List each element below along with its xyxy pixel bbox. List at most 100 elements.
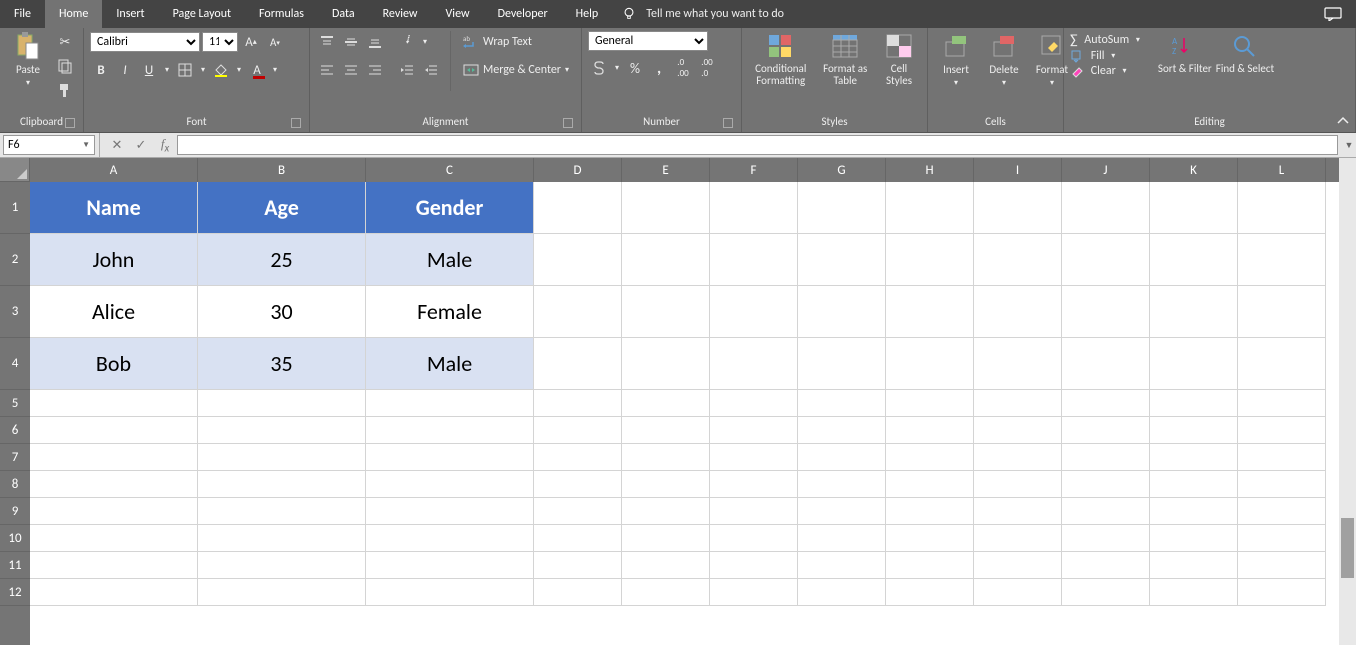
font-color-drop[interactable]: ▾ [270,59,280,81]
cell-B12[interactable] [198,579,366,606]
cell-L4[interactable] [1238,338,1326,390]
cell-I10[interactable] [974,525,1062,552]
cell-H1[interactable] [886,182,974,234]
cell-H11[interactable] [886,552,974,579]
tab-home[interactable]: Home [45,0,102,28]
cell-L3[interactable] [1238,286,1326,338]
border-button[interactable] [174,59,196,81]
cell-A9[interactable] [30,498,198,525]
clipboard-dialog-launcher[interactable] [65,118,75,128]
col-header-C[interactable]: C [366,158,534,182]
cell-B9[interactable] [198,498,366,525]
cell-A1[interactable]: Name [30,182,198,234]
cell-A7[interactable] [30,444,198,471]
cell-L7[interactable] [1238,444,1326,471]
cell-L10[interactable] [1238,525,1326,552]
cell-C8[interactable] [366,471,534,498]
row-header-9[interactable]: 9 [0,498,30,525]
cell-D10[interactable] [534,525,622,552]
row-header-12[interactable]: 12 [0,579,30,606]
cell-K6[interactable] [1150,417,1238,444]
cell-I8[interactable] [974,471,1062,498]
tab-review[interactable]: Review [369,0,432,28]
col-header-E[interactable]: E [622,158,710,182]
name-box[interactable]: F6▼ [3,135,95,155]
cell-K9[interactable] [1150,498,1238,525]
cell-D6[interactable] [534,417,622,444]
cell-J12[interactable] [1062,579,1150,606]
cell-K7[interactable] [1150,444,1238,471]
cell-H5[interactable] [886,390,974,417]
collapse-ribbon-button[interactable] [1336,114,1350,128]
cell-C6[interactable] [366,417,534,444]
cell-G7[interactable] [798,444,886,471]
col-header-H[interactable]: H [886,158,974,182]
cell-I7[interactable] [974,444,1062,471]
cell-L6[interactable] [1238,417,1326,444]
cell-L5[interactable] [1238,390,1326,417]
cell-A4[interactable]: Bob [30,338,198,390]
comments-icon[interactable] [1310,0,1356,28]
tab-file[interactable]: File [0,0,45,28]
cell-C7[interactable] [366,444,534,471]
col-header-F[interactable]: F [710,158,798,182]
cell-B4[interactable]: 35 [198,338,366,390]
cell-K12[interactable] [1150,579,1238,606]
tab-insert[interactable]: Insert [102,0,158,28]
bold-button[interactable]: B [90,59,112,81]
cell-F11[interactable] [710,552,798,579]
cell-F4[interactable] [710,338,798,390]
decrease-decimal-button[interactable]: .00.0 [696,57,718,79]
cell-L12[interactable] [1238,579,1326,606]
cells-area[interactable]: Name Age Gender John 25 Male Alice 30 Fe… [30,182,1356,645]
cell-I3[interactable] [974,286,1062,338]
cell-B10[interactable] [198,525,366,552]
cell-A10[interactable] [30,525,198,552]
align-middle-button[interactable] [340,31,362,53]
underline-drop[interactable]: ▾ [162,59,172,81]
cell-D1[interactable] [534,182,622,234]
cell-J9[interactable] [1062,498,1150,525]
cell-A8[interactable] [30,471,198,498]
row-header-10[interactable]: 10 [0,525,30,552]
cell-G1[interactable] [798,182,886,234]
cell-H3[interactable] [886,286,974,338]
format-painter-button[interactable] [54,79,76,101]
cell-J5[interactable] [1062,390,1150,417]
cell-C3[interactable]: Female [366,286,534,338]
cell-C4[interactable]: Male [366,338,534,390]
cell-C11[interactable] [366,552,534,579]
cell-F2[interactable] [710,234,798,286]
cell-J11[interactable] [1062,552,1150,579]
cell-I6[interactable] [974,417,1062,444]
cell-C9[interactable] [366,498,534,525]
col-header-I[interactable]: I [974,158,1062,182]
paste-button[interactable]: Paste ▾ [6,31,50,103]
insert-function-button[interactable]: fx [153,136,177,155]
cell-D11[interactable] [534,552,622,579]
row-header-4[interactable]: 4 [0,338,30,390]
row-header-3[interactable]: 3 [0,286,30,338]
merge-center-button[interactable]: Merge & Center ▾ [459,59,573,81]
delete-cells-button[interactable]: Delete▾ [982,31,1026,103]
cell-A3[interactable]: Alice [30,286,198,338]
cell-D4[interactable] [534,338,622,390]
cell-J7[interactable] [1062,444,1150,471]
cell-I12[interactable] [974,579,1062,606]
wrap-text-button[interactable]: ab Wrap Text [459,31,573,53]
expand-formula-bar[interactable]: ▼ [1342,140,1356,151]
increase-font-button[interactable]: A▴ [240,31,262,53]
row-header-11[interactable]: 11 [0,552,30,579]
cell-styles-button[interactable]: Cell Styles [877,31,921,103]
font-dialog-launcher[interactable] [291,118,301,128]
font-name-select[interactable]: Calibri [90,32,200,52]
cell-G11[interactable] [798,552,886,579]
col-header-B[interactable]: B [198,158,366,182]
cell-F5[interactable] [710,390,798,417]
tab-formulas[interactable]: Formulas [245,0,318,28]
cell-G3[interactable] [798,286,886,338]
cell-C12[interactable] [366,579,534,606]
accounting-drop[interactable]: ▾ [612,57,622,79]
increase-decimal-button[interactable]: .0.00 [672,57,694,79]
cell-G6[interactable] [798,417,886,444]
